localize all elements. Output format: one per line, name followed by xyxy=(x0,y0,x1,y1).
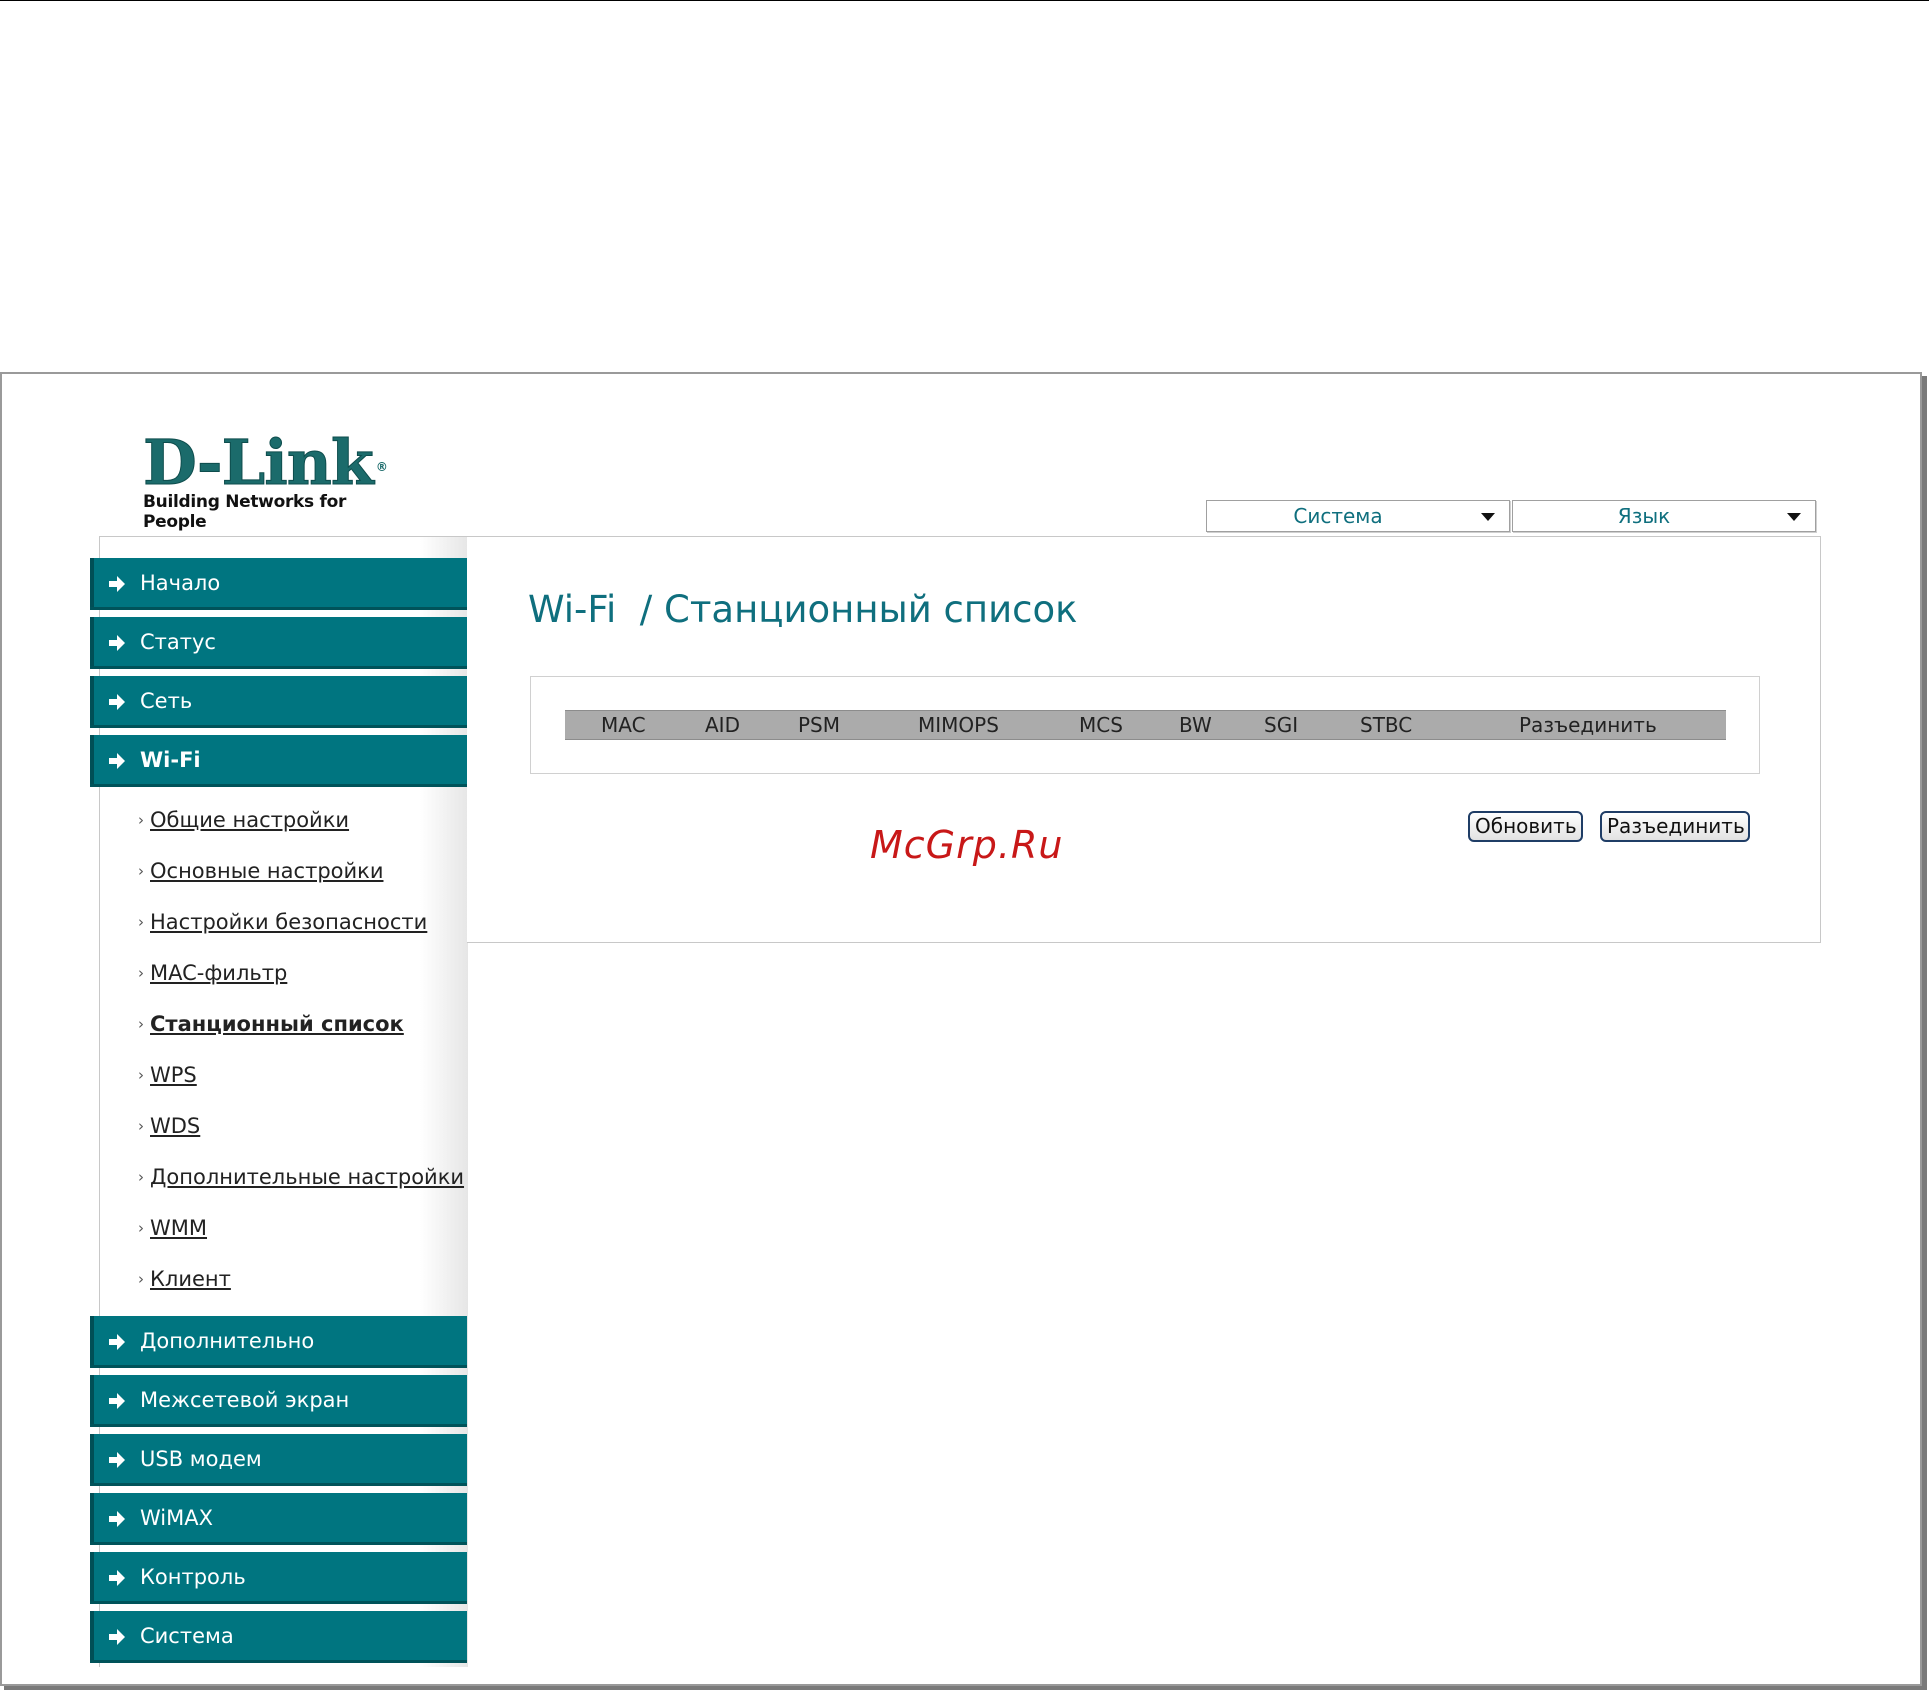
bullet-icon: › xyxy=(138,1219,144,1237)
bullet-icon: › xyxy=(138,1015,144,1033)
subitem-wmm[interactable]: › WMM xyxy=(138,1212,207,1244)
page-title: Wi-Fi / Станционный список xyxy=(528,588,1078,631)
column-header-bw: BW xyxy=(1179,713,1212,737)
sidebar-item-label: Статус xyxy=(140,630,216,654)
subitem-security-settings[interactable]: › Настройки безопасности xyxy=(138,906,427,938)
column-header-stbc: STBC xyxy=(1360,713,1413,737)
subitem-wds[interactable]: › WDS xyxy=(138,1110,200,1142)
frame-shadow xyxy=(4,1686,1927,1690)
sidebar-item-label: Межсетевой экран xyxy=(140,1388,350,1412)
column-header-aid: AID xyxy=(705,713,740,737)
station-table-header: MAC AID PSM MIMOPS MCS BW SGI STBC Разъе… xyxy=(565,710,1726,740)
sidebar-item-control[interactable]: Контроль xyxy=(90,1552,467,1604)
sidebar-item-usb-modem[interactable]: USB модем xyxy=(90,1434,467,1486)
language-dropdown-label: Язык xyxy=(1617,504,1671,528)
arrow-right-icon xyxy=(109,1334,125,1350)
sidebar-item-label: USB модем xyxy=(140,1447,262,1471)
column-header-sgi: SGI xyxy=(1264,713,1299,737)
sidebar-item-label: Начало xyxy=(140,571,221,595)
column-header-mimops: MIMOPS xyxy=(918,713,999,737)
arrow-right-icon xyxy=(109,753,125,769)
refresh-button[interactable]: Обновить xyxy=(1468,811,1583,842)
language-dropdown[interactable]: Язык xyxy=(1512,500,1816,532)
bullet-icon: › xyxy=(138,913,144,931)
watermark: McGrp.Ru xyxy=(870,823,1064,867)
column-header-psm: PSM xyxy=(798,713,841,737)
subitem-advanced-settings[interactable]: › Дополнительные настройки xyxy=(138,1161,464,1193)
sidebar-item-label: WiMAX xyxy=(140,1506,214,1530)
sidebar-item-system[interactable]: Система xyxy=(90,1611,467,1663)
subitem-link[interactable]: Общие настройки xyxy=(150,808,349,832)
arrow-right-icon xyxy=(109,694,125,710)
arrow-right-icon xyxy=(109,1570,125,1586)
bullet-icon: › xyxy=(138,862,144,880)
bullet-icon: › xyxy=(138,1270,144,1288)
dlink-logo: D-Link ® Building Networks for People xyxy=(143,431,403,532)
subitem-link[interactable]: Настройки безопасности xyxy=(150,910,427,934)
chevron-down-icon xyxy=(1481,513,1495,521)
subitem-link[interactable]: Основные настройки xyxy=(150,859,383,883)
arrow-right-icon xyxy=(109,1452,125,1468)
system-dropdown[interactable]: Система xyxy=(1206,500,1510,532)
sidebar-item-advanced[interactable]: Дополнительно xyxy=(90,1316,467,1368)
subitem-link[interactable]: MAC-фильтр xyxy=(150,961,287,985)
subitem-mac-filter[interactable]: › MAC-фильтр xyxy=(138,957,287,989)
column-header-disconnect: Разъединить xyxy=(1519,713,1657,737)
subitem-basic-settings[interactable]: › Основные настройки xyxy=(138,855,383,887)
sidebar-item-status[interactable]: Статус xyxy=(90,617,467,669)
sidebar-item-label: Сеть xyxy=(140,689,193,713)
subitem-link[interactable]: WMM xyxy=(150,1216,207,1240)
subitem-link[interactable]: Клиент xyxy=(150,1267,231,1291)
chevron-down-icon xyxy=(1787,513,1801,521)
bullet-icon: › xyxy=(138,811,144,829)
subitem-link[interactable]: Станционный список xyxy=(150,1012,404,1036)
arrow-right-icon xyxy=(109,1393,125,1409)
subitem-wps[interactable]: › WPS xyxy=(138,1059,197,1091)
subitem-link[interactable]: WDS xyxy=(150,1114,200,1138)
arrow-right-icon xyxy=(109,635,125,651)
sidebar-item-firewall[interactable]: Межсетевой экран xyxy=(90,1375,467,1427)
sidebar-item-wimax[interactable]: WiMAX xyxy=(90,1493,467,1545)
subitem-station-list[interactable]: › Станционный список xyxy=(138,1008,404,1040)
sidebar-item-wifi[interactable]: Wi-Fi xyxy=(90,735,467,787)
bullet-icon: › xyxy=(138,964,144,982)
frame-shadow xyxy=(1922,376,1927,1690)
subitem-client[interactable]: › Клиент xyxy=(138,1263,231,1295)
logo-brand: D-Link ® xyxy=(143,431,388,494)
subitem-link[interactable]: WPS xyxy=(150,1063,197,1087)
bullet-icon: › xyxy=(138,1168,144,1186)
top-rule xyxy=(0,0,1929,1)
sidebar-item-label: Дополнительно xyxy=(140,1329,315,1353)
arrow-right-icon xyxy=(109,1629,125,1645)
logo-registered-mark: ® xyxy=(375,460,388,474)
subitem-link[interactable]: Дополнительные настройки xyxy=(150,1165,464,1189)
column-header-mcs: MCS xyxy=(1079,713,1123,737)
system-dropdown-label: Система xyxy=(1293,504,1383,528)
disconnect-button[interactable]: Разъединить xyxy=(1600,811,1750,842)
bullet-icon: › xyxy=(138,1066,144,1084)
bullet-icon: › xyxy=(138,1117,144,1135)
sidebar-item-network[interactable]: Сеть xyxy=(90,676,467,728)
column-header-mac: MAC xyxy=(601,713,646,737)
arrow-right-icon xyxy=(109,576,125,592)
subitem-general-settings[interactable]: › Общие настройки xyxy=(138,804,349,836)
arrow-right-icon xyxy=(109,1511,125,1527)
sidebar-item-home[interactable]: Начало xyxy=(90,558,467,610)
sidebar-item-label: Wi-Fi xyxy=(140,748,201,772)
logo-brand-text: D-Link xyxy=(143,426,375,499)
sidebar-item-label: Контроль xyxy=(140,1565,246,1589)
sidebar-item-label: Система xyxy=(140,1624,234,1648)
